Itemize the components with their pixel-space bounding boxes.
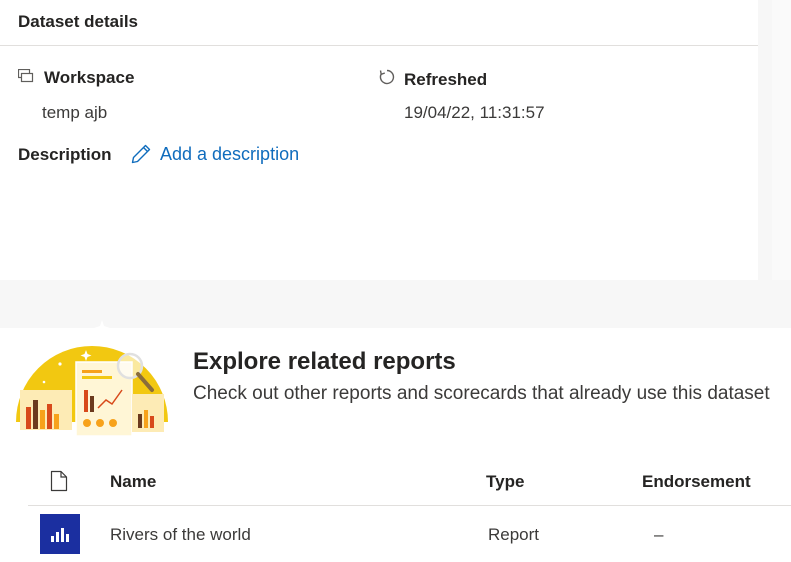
report-endorsement: –	[654, 525, 664, 544]
add-description-link[interactable]: Add a description	[130, 143, 299, 165]
refreshed-label-row: Refreshed	[378, 68, 487, 91]
refresh-icon	[378, 68, 396, 91]
card-title: Dataset details	[18, 12, 138, 31]
workspace-label-row: Workspace	[17, 68, 135, 88]
report-name-link[interactable]: Rivers of the world	[110, 525, 251, 545]
dataset-details-card: Dataset details Workspace temp ajb Refre…	[0, 0, 758, 280]
explore-title: Explore related reports	[193, 348, 456, 375]
pencil-icon	[131, 144, 151, 164]
add-description-label: Add a description	[160, 143, 300, 164]
explore-subtitle: Check out other reports and scorecards t…	[193, 383, 770, 404]
table-row[interactable]: Rivers of the world Report –	[28, 506, 791, 562]
scroll-gutter	[758, 0, 791, 280]
document-icon	[50, 470, 68, 492]
card-divider	[0, 45, 758, 46]
workspace-label: Workspace	[44, 68, 135, 87]
explore-related-section: Explore related reports Check out other …	[0, 320, 791, 562]
workspace-icon	[17, 68, 36, 88]
related-reports-illustration	[15, 320, 168, 437]
column-header-type[interactable]: Type	[486, 472, 524, 492]
report-bar-chart-icon	[40, 514, 80, 554]
description-label: Description	[18, 145, 112, 164]
report-type: Report	[488, 525, 540, 544]
workspace-value[interactable]: temp ajb	[42, 103, 107, 123]
reports-table-header: Name Type Endorsement	[28, 462, 791, 506]
refreshed-label: Refreshed	[404, 69, 488, 89]
refreshed-value: 19/04/22, 11:31:57	[404, 103, 545, 122]
column-header-name[interactable]: Name	[110, 472, 156, 492]
column-header-endorsement[interactable]: Endorsement	[642, 472, 751, 492]
